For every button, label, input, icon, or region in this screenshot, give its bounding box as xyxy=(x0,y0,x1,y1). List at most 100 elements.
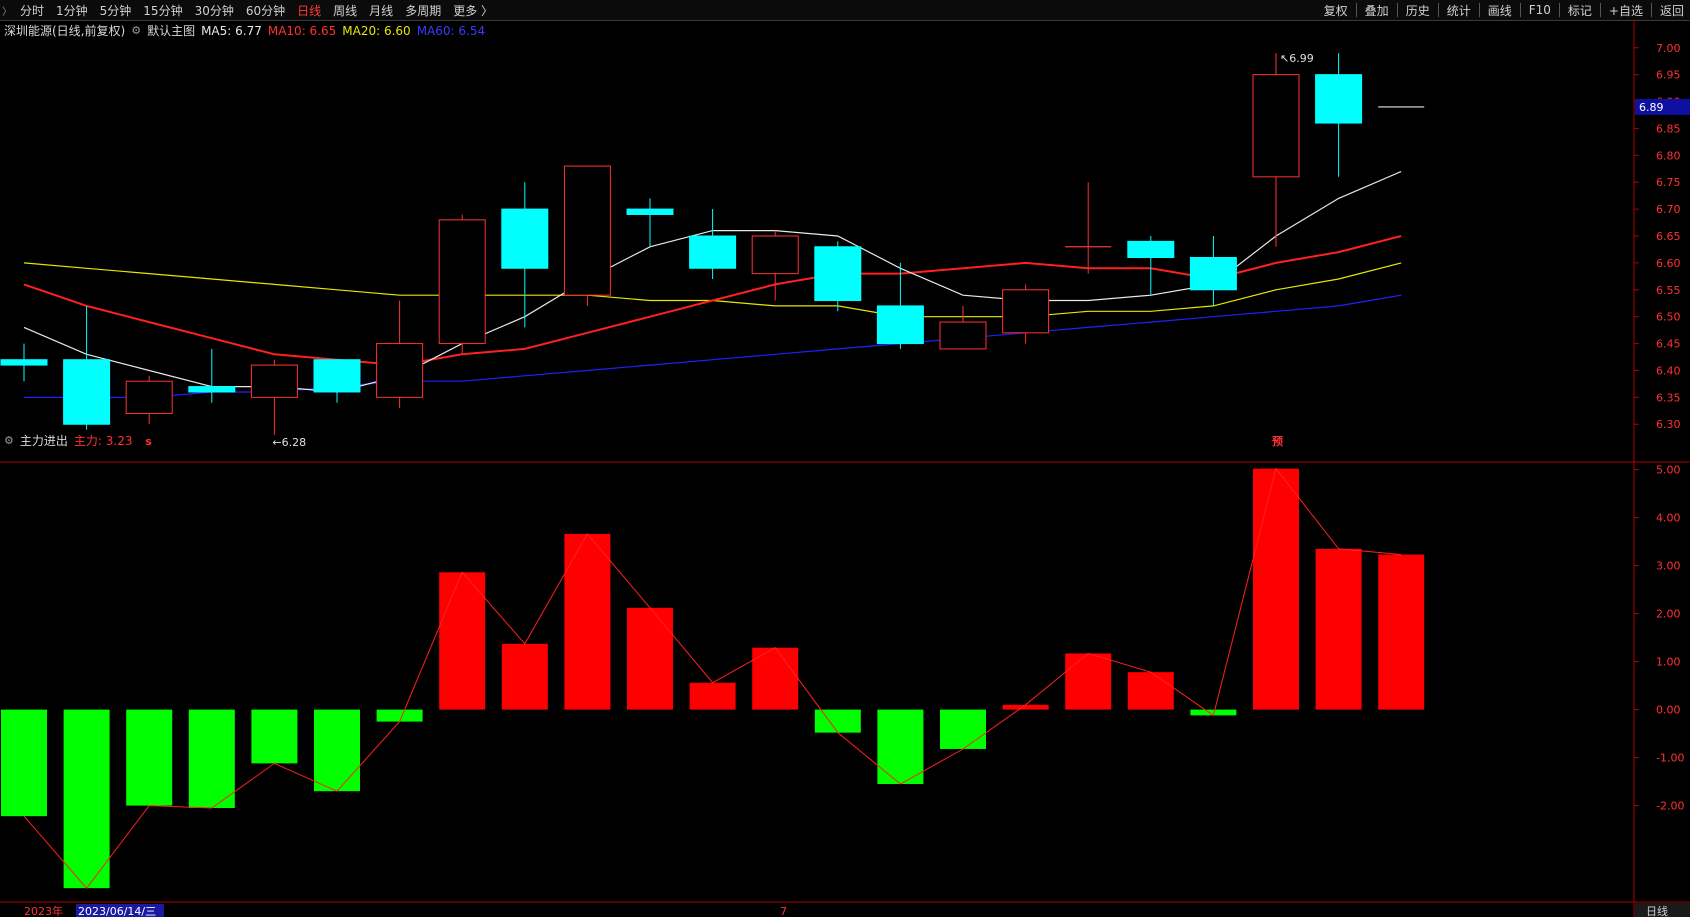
indicator-bar xyxy=(1315,548,1362,710)
indicator-bar xyxy=(439,572,486,710)
toolbar-divider xyxy=(1599,3,1601,17)
toolbar-button[interactable]: 叠加 xyxy=(1359,2,1395,19)
indicator-bar xyxy=(689,682,736,710)
indicator-tick-label: 1.00 xyxy=(1656,656,1681,669)
toolbar-button[interactable]: F10 xyxy=(1523,3,1557,17)
candle-body xyxy=(689,235,737,269)
current-price-label: 6.89 xyxy=(1639,101,1664,114)
price-tick-label: 6.85 xyxy=(1656,122,1681,135)
period-tab[interactable]: 日线 xyxy=(291,2,327,19)
candle-body xyxy=(1002,289,1050,334)
period-tab[interactable]: 5分钟 xyxy=(94,2,138,19)
candle-body xyxy=(188,386,236,393)
month-label: 7 xyxy=(780,905,787,917)
indicator-bar xyxy=(251,709,298,764)
indicator-line xyxy=(23,467,1402,889)
price-tick-label: 6.80 xyxy=(1656,149,1681,162)
indicator-bar xyxy=(877,709,924,784)
low-price-annotation: ←6.28 xyxy=(272,436,306,449)
price-tick-label: 6.45 xyxy=(1656,338,1681,351)
toolbar-button[interactable]: 统计 xyxy=(1441,2,1477,19)
indicator-tick-label: -2.00 xyxy=(1656,800,1684,813)
indicator-bar xyxy=(1002,704,1049,710)
event-marker: s xyxy=(145,435,152,448)
price-tick-label: 6.95 xyxy=(1656,69,1681,82)
price-tick-label: 6.55 xyxy=(1656,284,1681,297)
candle-body xyxy=(939,321,987,350)
indicator-bar xyxy=(940,709,986,749)
toolbar-button[interactable]: 历史 xyxy=(1400,2,1436,19)
indicator-bar xyxy=(1127,672,1174,710)
indicator-tick-label: 3.00 xyxy=(1656,560,1681,573)
period-toolbar: 〉 分时 1分钟 5分钟 15分钟 30分钟 60分钟 日线 周线 月线 多周期 更多 〉 复权 叠加… xyxy=(0,0,1690,21)
indicator-bar xyxy=(188,709,235,808)
event-marker: 预 xyxy=(1272,434,1283,448)
period-tab[interactable]: 1分钟 xyxy=(50,2,94,19)
indicator-bar xyxy=(1253,468,1299,710)
indicator-bar xyxy=(564,533,611,710)
candle-body xyxy=(501,208,549,269)
toolbar-menu-icon[interactable]: 〉 xyxy=(0,3,14,18)
indicator-bar xyxy=(814,709,861,733)
period-tab[interactable]: 分时 xyxy=(14,2,50,19)
indicator-bar xyxy=(627,607,673,710)
period-tab[interactable]: 30分钟 xyxy=(189,2,240,19)
toolbar-actions: 复权 叠加 历史 统计 画线 F10 标记 +自选 返回 xyxy=(1318,0,1690,20)
indicator-bar xyxy=(63,709,110,889)
indicator-tick-label: 2.00 xyxy=(1656,608,1681,621)
period-tab[interactable]: 多周期 xyxy=(399,2,447,19)
candle-body xyxy=(125,380,173,414)
candle-body xyxy=(0,359,48,366)
indicator-bar xyxy=(314,709,360,792)
period-tab[interactable]: 15分钟 xyxy=(137,2,188,19)
period-status-label: 日线 xyxy=(1646,904,1668,917)
toolbar-divider xyxy=(1437,3,1439,17)
period-tab[interactable]: 月线 xyxy=(363,2,399,19)
period-tab[interactable]: 更多 〉 xyxy=(447,2,499,19)
year-label: 2023年 xyxy=(24,904,63,917)
toolbar-divider xyxy=(1396,3,1398,17)
toolbar-button[interactable]: 返回 xyxy=(1654,2,1690,19)
indicator-bar xyxy=(126,709,173,806)
high-price-annotation: ↖6.99 xyxy=(1280,52,1314,65)
price-tick-label: 7.00 xyxy=(1656,42,1681,55)
period-tab[interactable]: 周线 xyxy=(327,2,363,19)
candle-body xyxy=(313,359,361,393)
toolbar-button[interactable]: 标记 xyxy=(1562,2,1598,19)
candle-body xyxy=(63,359,111,425)
price-tick-label: 6.70 xyxy=(1656,203,1681,216)
toolbar-button[interactable]: 复权 xyxy=(1318,2,1354,19)
price-tick-label: 6.50 xyxy=(1656,311,1681,324)
indicator-bar xyxy=(1378,554,1425,710)
ma60-line xyxy=(24,294,1402,398)
indicator-tick-label: 4.00 xyxy=(1656,512,1681,525)
period-tabs: 〉 分时 1分钟 5分钟 15分钟 30分钟 60分钟 日线 周线 月线 多周期 更多 〉 xyxy=(0,0,499,20)
period-tab[interactable]: 60分钟 xyxy=(240,2,291,19)
toolbar-divider xyxy=(1355,3,1357,17)
candle-body xyxy=(814,246,862,302)
candle-body xyxy=(876,305,924,345)
candle-body xyxy=(1127,240,1175,259)
candle-body xyxy=(751,235,799,275)
candle-body xyxy=(1315,74,1363,124)
candle-body xyxy=(563,165,611,296)
price-tick-label: 6.30 xyxy=(1656,418,1681,431)
price-tick-label: 6.60 xyxy=(1656,257,1681,270)
indicator-bar xyxy=(376,709,423,722)
price-tick-label: 6.75 xyxy=(1656,176,1681,189)
cursor-date-label: 2023/06/14/三 xyxy=(78,905,156,917)
indicator-bar xyxy=(1065,653,1112,710)
candle-body xyxy=(626,208,674,215)
toolbar-button[interactable]: 画线 xyxy=(1482,2,1518,19)
toolbar-divider xyxy=(1650,3,1652,17)
toolbar-button[interactable]: +自选 xyxy=(1603,2,1649,19)
candle-body xyxy=(438,219,486,345)
indicator-tick-label: 0.00 xyxy=(1656,704,1681,717)
indicator-bar xyxy=(1,709,47,817)
toolbar-divider xyxy=(1478,3,1480,17)
indicator-tick-label: 5.00 xyxy=(1656,464,1681,477)
toolbar-divider xyxy=(1558,3,1560,17)
indicator-bar xyxy=(501,643,548,710)
kline-chart[interactable]: 7.006.956.906.856.806.756.706.656.606.55… xyxy=(0,20,1690,917)
price-tick-label: 6.35 xyxy=(1656,391,1681,404)
